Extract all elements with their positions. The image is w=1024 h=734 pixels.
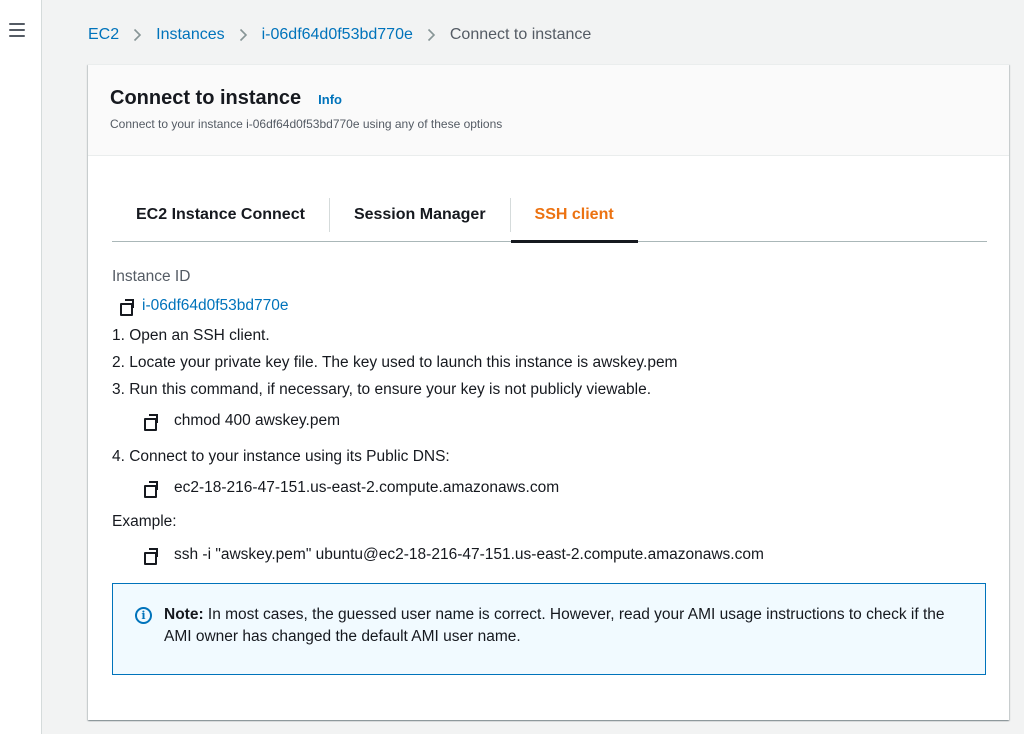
connect-panel: Connect to instance Info Connect to your… bbox=[88, 64, 1009, 720]
instance-id-row: i-06df64d0f53bd770e bbox=[120, 296, 987, 316]
note-body: In most cases, the guessed user name is … bbox=[164, 606, 945, 645]
copy-icon[interactable] bbox=[144, 414, 158, 431]
breadcrumb-instance-id[interactable]: i-06df64d0f53bd770e bbox=[262, 26, 413, 44]
info-circle-icon: i bbox=[135, 607, 152, 624]
public-dns-row: ec2-18-216-47-151.us-east-2.compute.amaz… bbox=[144, 478, 987, 498]
example-label: Example: bbox=[112, 513, 177, 530]
instance-id-link[interactable]: i-06df64d0f53bd770e bbox=[142, 297, 289, 315]
breadcrumb-ec2[interactable]: EC2 bbox=[88, 26, 119, 44]
step-chmod: 3. Run this command, if necessary, to en… bbox=[112, 381, 652, 398]
panel-description: Connect to your instance i-06df64d0f53bd… bbox=[110, 117, 503, 131]
ssh-client-content: Instance ID i-06df64d0f53bd770e 1. Open … bbox=[112, 267, 987, 565]
left-navigation-rail bbox=[0, 0, 42, 734]
chevron-right-icon bbox=[239, 28, 248, 42]
chmod-command-row: chmod 400 awskey.pem bbox=[144, 411, 987, 431]
info-link[interactable]: Info bbox=[318, 92, 342, 107]
connection-tabs: EC2 Instance Connect Session Manager SSH… bbox=[112, 188, 987, 243]
chevron-right-icon bbox=[133, 28, 142, 42]
example-command: ssh -i "awskey.pem" ubuntu@ec2-18-216-47… bbox=[174, 546, 764, 563]
public-dns-value: ec2-18-216-47-151.us-east-2.compute.amaz… bbox=[174, 479, 560, 496]
breadcrumb-instances[interactable]: Instances bbox=[156, 26, 224, 44]
breadcrumb: EC2 Instances i-06df64d0f53bd770e Connec… bbox=[88, 24, 591, 46]
note-bold-label: Note: bbox=[164, 606, 204, 623]
copy-icon[interactable] bbox=[120, 299, 134, 316]
tab-ssh-client[interactable]: SSH client bbox=[510, 188, 638, 243]
breadcrumb-current: Connect to instance bbox=[449, 26, 592, 43]
note-text: Note: In most cases, the guessed user na… bbox=[164, 604, 965, 674]
copy-icon[interactable] bbox=[144, 481, 158, 498]
chevron-right-icon bbox=[427, 28, 436, 42]
note-alert: i Note: In most cases, the guessed user … bbox=[112, 583, 986, 675]
copy-icon[interactable] bbox=[144, 548, 158, 565]
tab-session-manager[interactable]: Session Manager bbox=[330, 188, 510, 242]
hamburger-menu-icon[interactable] bbox=[9, 23, 25, 37]
panel-header: Connect to instance Info Connect to your… bbox=[88, 65, 1009, 156]
step-locate-key: 2. Locate your private key file. The key… bbox=[112, 354, 678, 371]
step-connect-dns: 4. Connect to your instance using its Pu… bbox=[112, 448, 450, 465]
instance-id-label: Instance ID bbox=[112, 268, 191, 285]
page-title: Connect to instance bbox=[110, 87, 302, 109]
tab-ec2-instance-connect[interactable]: EC2 Instance Connect bbox=[112, 188, 329, 242]
step-open-ssh: 1. Open an SSH client. bbox=[112, 327, 270, 344]
example-command-row: ssh -i "awskey.pem" ubuntu@ec2-18-216-47… bbox=[144, 545, 987, 565]
chmod-command: chmod 400 awskey.pem bbox=[174, 412, 340, 429]
